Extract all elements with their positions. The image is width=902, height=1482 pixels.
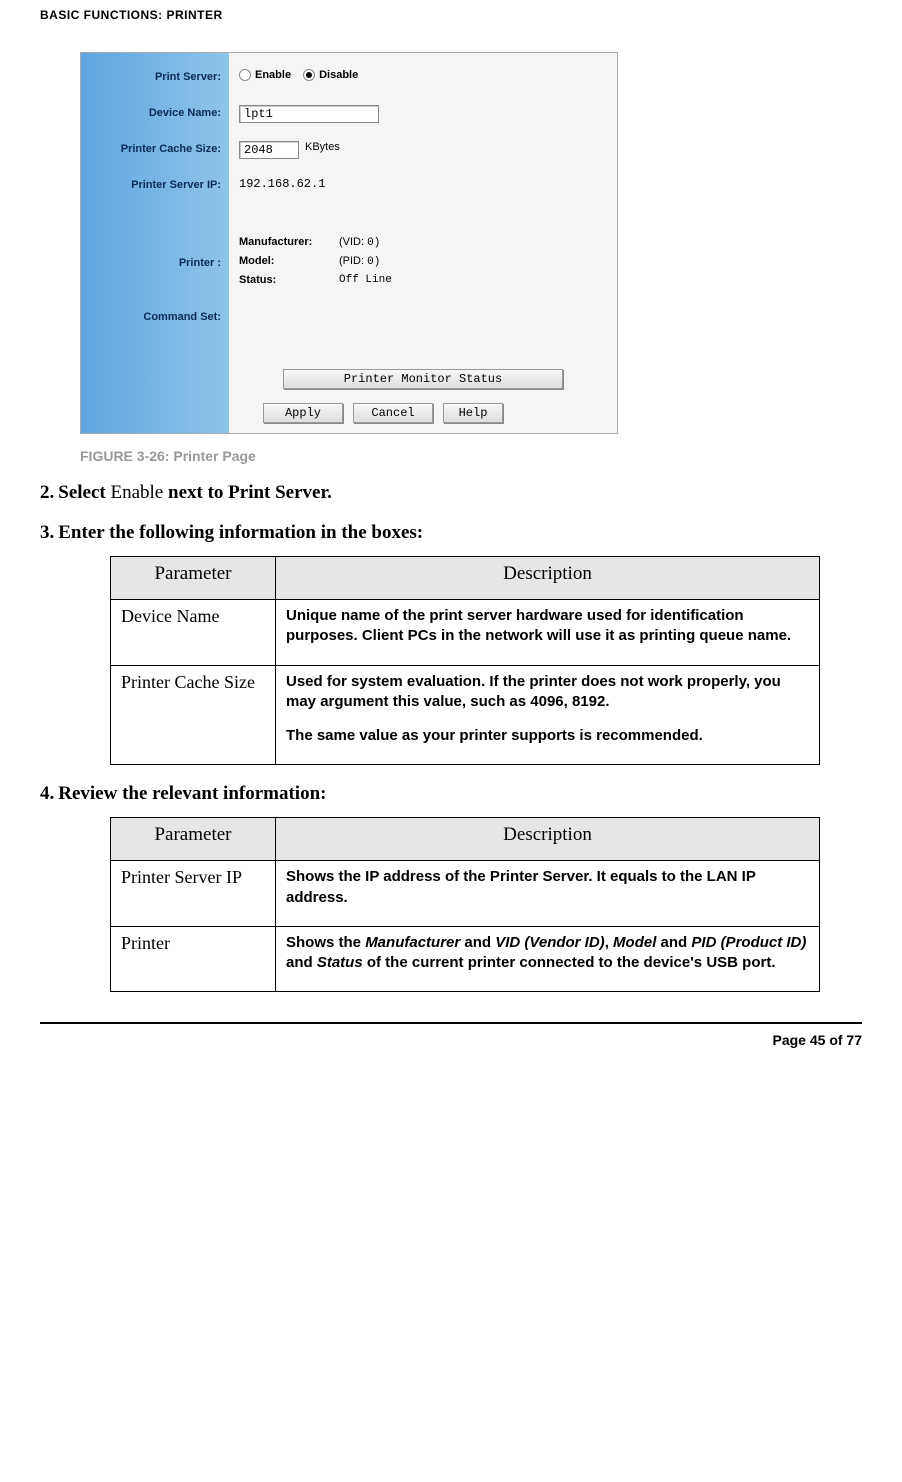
param-server-ip: Printer Server IP bbox=[111, 861, 276, 927]
radio-disable[interactable] bbox=[303, 69, 315, 81]
step-2-text-enable: Enable bbox=[110, 482, 168, 503]
device-name-input[interactable] bbox=[239, 105, 379, 123]
cache-size-input[interactable] bbox=[239, 141, 299, 159]
step-4-number: 4. bbox=[40, 783, 54, 804]
printer-monitor-button[interactable]: Printer Monitor Status bbox=[283, 369, 563, 389]
table-row: Printer Server IP Shows the IP address o… bbox=[111, 861, 820, 927]
pid-label: (PID: bbox=[339, 255, 364, 267]
label-printer: Printer : bbox=[89, 215, 221, 311]
th-description: Description bbox=[276, 818, 820, 861]
section-header: BASIC FUNCTIONS: PRINTER bbox=[40, 0, 862, 52]
cancel-button[interactable]: Cancel bbox=[353, 403, 433, 423]
th-parameter: Parameter bbox=[111, 557, 276, 600]
th-parameter: Parameter bbox=[111, 818, 276, 861]
manufacturer-label: Manufacturer: bbox=[239, 236, 339, 249]
desc-cache-size: Used for system evaluation. If the print… bbox=[276, 665, 820, 765]
label-cache-size: Printer Cache Size: bbox=[89, 143, 221, 179]
apply-button[interactable]: Apply bbox=[263, 403, 343, 423]
step-2-text-b: next to Print Server. bbox=[168, 482, 332, 503]
desc-cache-p2: The same value as your printer supports … bbox=[286, 726, 809, 746]
step-3-text: Enter the following information in the b… bbox=[58, 522, 423, 543]
param-printer: Printer bbox=[111, 926, 276, 992]
pid-value: 0) bbox=[367, 256, 380, 268]
table-row: Device Name Unique name of the print ser… bbox=[111, 600, 820, 666]
disable-label: Disable bbox=[319, 69, 358, 81]
router-config-panel: Print Server: Device Name: Printer Cache… bbox=[80, 52, 618, 434]
help-button[interactable]: Help bbox=[443, 403, 503, 423]
server-ip-value: 192.168.62.1 bbox=[239, 177, 325, 191]
step-3-number: 3. bbox=[40, 522, 54, 543]
desc-printer: Shows the Manufacturer and VID (Vendor I… bbox=[276, 926, 820, 992]
desc-cache-p1: Used for system evaluation. If the print… bbox=[286, 672, 809, 713]
table-row: Printer Cache Size Used for system evalu… bbox=[111, 665, 820, 765]
param-device-name: Device Name bbox=[111, 600, 276, 666]
model-label: Model: bbox=[239, 255, 339, 268]
param-cache-size: Printer Cache Size bbox=[111, 665, 276, 765]
label-device-name: Device Name: bbox=[89, 107, 221, 143]
step-2-text-a: Select bbox=[58, 482, 110, 503]
radio-enable[interactable] bbox=[239, 69, 251, 81]
status-label: Status: bbox=[239, 274, 339, 286]
step-4-text: Review the relevant information: bbox=[58, 783, 326, 804]
th-description: Description bbox=[276, 557, 820, 600]
label-print-server: Print Server: bbox=[89, 71, 221, 107]
cache-unit: KBytes bbox=[305, 141, 340, 153]
vid-value: 0) bbox=[367, 237, 380, 249]
desc-server-ip: Shows the IP address of the Printer Serv… bbox=[276, 861, 820, 927]
parameter-table-1: Parameter Description Device Name Unique… bbox=[110, 556, 820, 765]
step-2-number: 2. bbox=[40, 482, 54, 503]
status-value: Off Line bbox=[339, 274, 392, 286]
label-server-ip: Printer Server IP: bbox=[89, 179, 221, 215]
parameter-table-2: Parameter Description Printer Server IP … bbox=[110, 817, 820, 992]
vid-label: (VID: bbox=[339, 236, 364, 248]
enable-label: Enable bbox=[255, 69, 291, 81]
desc-device-name: Unique name of the print server hardware… bbox=[276, 600, 820, 666]
page-footer: Page 45 of 77 bbox=[40, 1022, 862, 1048]
figure-caption: FIGURE 3-26: Printer Page bbox=[80, 448, 862, 464]
table-row: Printer Shows the Manufacturer and VID (… bbox=[111, 926, 820, 992]
